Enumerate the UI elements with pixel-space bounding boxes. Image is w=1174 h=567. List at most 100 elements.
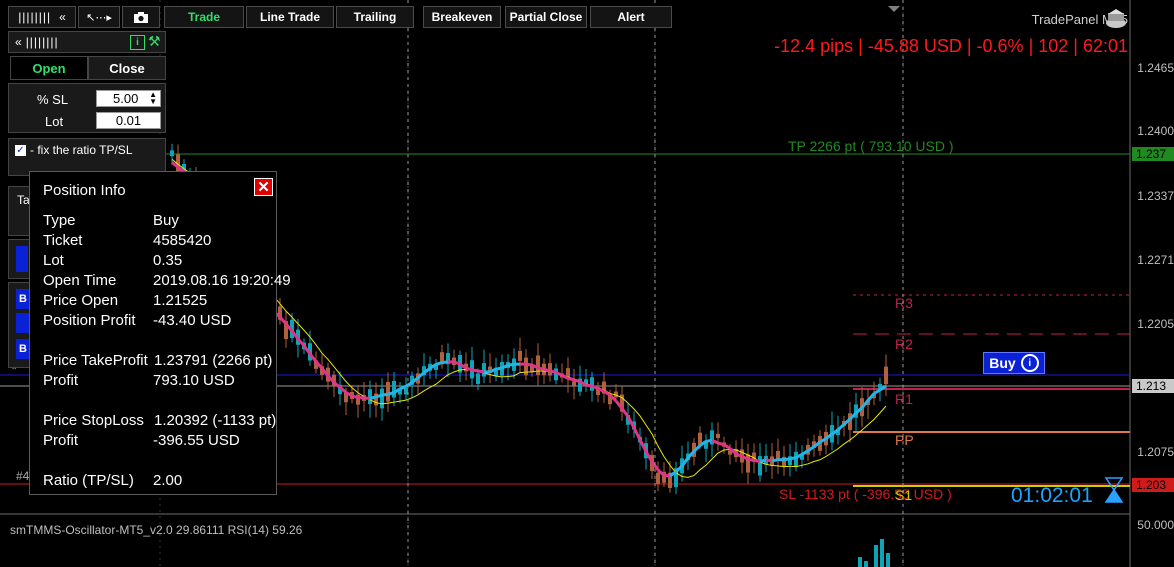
tmms-segment [836,423,846,431]
info-value: 2019.08.16 19:20:49 [153,272,291,289]
hash-label: #4 [16,469,30,483]
tmms-segment [603,390,611,397]
current-price-badge: 1.213 [1132,379,1174,393]
info-value: 4585420 [153,232,212,249]
screenshot-button[interactable] [122,6,160,28]
action-button[interactable] [16,246,28,272]
tmms-segment [705,438,713,443]
tmms-segment [771,458,779,463]
candle-body [572,381,576,386]
candle-body [380,388,384,409]
tab-breakeven[interactable]: Breakeven [423,6,501,28]
info-row-ticket: Ticket 4585420 [43,232,275,252]
info-key: Open Time [43,272,117,289]
candle-body [536,355,540,376]
cursor-arrows-icon: ↖⋯▸ [86,11,112,24]
info-row-position-profit: Position Profit -43.40 USD [43,312,275,332]
tmms-segment [747,457,755,462]
oscillator-bar [864,561,868,567]
tab-open[interactable]: Open [10,56,88,80]
info-value: -43.40 USD [153,312,232,329]
fix-ratio-label: - fix the ratio TP/SL [30,143,133,157]
buy-button[interactable]: B [16,339,30,359]
spinner-icon[interactable]: ▲ ▼ [149,91,157,106]
tmms-segment [441,360,449,365]
y-tick: 1.2205 [1137,317,1174,331]
tmms-segment [333,381,341,389]
dialog-title: Position Info [43,182,126,199]
info-value: 793.10 USD [153,372,235,389]
tab-trade[interactable]: Trade [164,6,244,28]
tab-alert[interactable]: Alert [590,6,672,28]
tmms-segment [495,366,503,371]
candle-body [392,380,396,398]
r3-label: R3 [895,295,913,311]
buy-button-label: Buy [989,355,1016,371]
tmms-segment [753,459,761,464]
buy-button[interactable] [16,313,30,333]
grip-icon: |||||||| [18,10,52,24]
buy-button[interactable]: B [16,289,30,309]
candle-body [716,433,720,439]
candle-body [884,366,888,385]
info-key: Profit [43,372,79,389]
oscillator-bar [880,539,884,567]
candle-body [524,357,528,376]
candle-body [404,388,408,395]
info-value: Buy [153,212,179,229]
size-settings: % SL 5.00 ▲ ▼ Lot 0.01 [8,83,166,133]
order-mode-tabs: Open Close [10,56,166,80]
collapse-left-icon[interactable]: « [15,35,22,49]
tmms-segment [663,473,671,478]
info-row-stop-loss: Price StopLoss 1.20392 (-1133 pt) [43,412,276,432]
info-key: Price TakeProfit [43,352,148,369]
tmms-segment [585,383,593,388]
tmms-segment [632,427,642,441]
info-key: Position Profit [43,312,136,329]
candle-body [386,381,390,402]
sl-percent-input[interactable]: 5.00 ▲ ▼ [96,90,161,107]
close-icon[interactable]: ✕ [254,178,273,196]
info-row-price-open: Price Open 1.21525 [43,292,275,312]
lot-input[interactable]: 0.01 [96,112,161,129]
oscillator-caption: smTMMS-Oscillator-MT5_v2.0 29.86111 RSI(… [10,523,303,537]
position-buy-button[interactable]: Buy i [983,352,1045,374]
panel-header[interactable]: « |||||||| i ⚒ [8,31,166,53]
tp-price-badge: 1.237 [1132,147,1174,161]
tmms-segment [465,366,473,372]
chart-shift-marker[interactable] [888,6,900,12]
cursor-mode-button[interactable]: ↖⋯▸ [78,6,120,28]
info-row-type: Type Buy [43,212,275,232]
tab-close[interactable]: Close [88,56,166,80]
info-icon[interactable]: i [1020,354,1039,372]
info-value: 1.23791 (2266 pt) [154,352,273,369]
tab-trailing[interactable]: Trailing [336,6,414,28]
tab-partial-close[interactable]: Partial Close [505,6,587,28]
brand-logo-icon [1106,9,1126,28]
tmms-segment [381,392,389,397]
camera-icon [134,11,148,23]
info-value: 0.35 [153,252,183,269]
info-row-tp-profit: Profit 793.10 USD [43,372,275,392]
tmms-segment [387,391,395,396]
oscillator-level: 50.000 [1137,518,1174,532]
tmms-segment [507,362,515,367]
lot-label: Lot [45,114,64,129]
tmms-segment [369,395,377,400]
checkbox-checked-icon[interactable]: ✓ [15,145,26,156]
settings-tools-icon[interactable]: ⚒ [148,33,161,50]
tmms-segment [789,456,797,461]
info-icon[interactable]: i [130,35,145,50]
r2-label: R2 [895,336,913,352]
tmms-segment [363,396,371,400]
tmms-segment [567,376,575,382]
y-tick: 1.2337 [1137,189,1174,203]
panel-grip-button[interactable]: |||||||| « [8,6,76,28]
tab-line-trade[interactable]: Line Trade [246,6,334,28]
tmms-segment [537,366,545,371]
tmms-segment [783,457,791,462]
candle-body [482,363,486,377]
tmms-segment [375,393,383,399]
info-key: Price StopLoss [43,412,144,429]
oscillator-bar [874,545,878,567]
